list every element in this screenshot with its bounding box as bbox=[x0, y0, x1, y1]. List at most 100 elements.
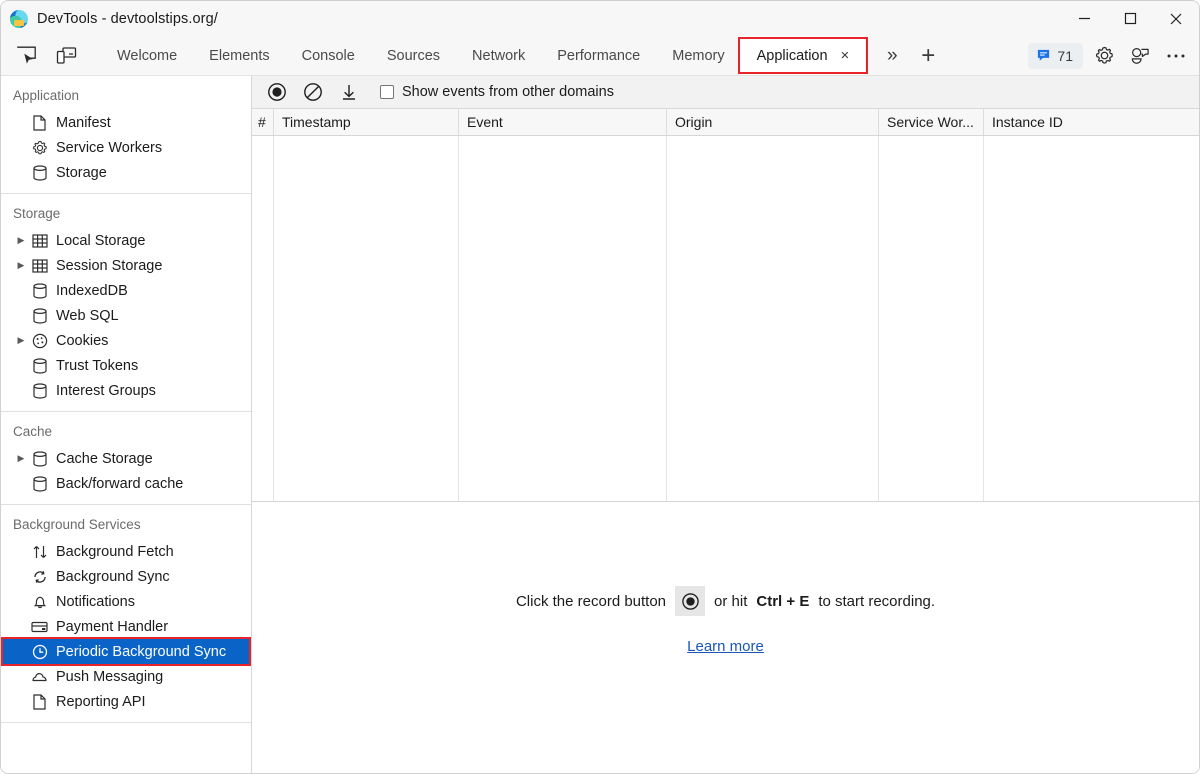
tab-label: Welcome bbox=[117, 47, 178, 64]
sidebar-item-indexeddb[interactable]: IndexedDB bbox=[1, 278, 251, 303]
record-icon[interactable] bbox=[264, 79, 290, 105]
sidebar-item-session-storage[interactable]: ▶ Session Storage bbox=[1, 253, 251, 278]
tab-label: Sources bbox=[386, 47, 441, 64]
document-icon bbox=[29, 114, 50, 131]
column-header-timestamp[interactable]: Timestamp bbox=[274, 109, 459, 135]
tab-strip: Welcome Elements Console Sources Network… bbox=[1, 36, 1199, 76]
table-col-service-worker bbox=[879, 136, 984, 501]
tab-elements[interactable]: Elements bbox=[193, 36, 285, 75]
sidebar-item-background-fetch[interactable]: Background Fetch bbox=[1, 539, 251, 564]
add-tab-icon[interactable]: + bbox=[911, 39, 945, 73]
group-title: Storage bbox=[13, 206, 61, 221]
sidebar-item-label: Trust Tokens bbox=[56, 357, 139, 374]
chevron-right-icon[interactable]: ▶ bbox=[13, 260, 29, 271]
gear-icon[interactable] bbox=[1089, 41, 1119, 71]
sidebar-item-label: Periodic Background Sync bbox=[56, 643, 227, 660]
sidebar-item-back-forward-cache[interactable]: Back/forward cache bbox=[1, 471, 251, 496]
events-table: # Timestamp Event Origin Service Wor... … bbox=[252, 109, 1199, 502]
chevron-right-icon[interactable]: ▶ bbox=[13, 235, 29, 246]
issues-counter[interactable]: 71 bbox=[1028, 42, 1083, 69]
maximize-icon[interactable] bbox=[1107, 1, 1153, 36]
sidebar-item-label: Web SQL bbox=[56, 307, 119, 324]
clear-ban-icon[interactable] bbox=[300, 79, 326, 105]
tab-label: Elements bbox=[209, 47, 270, 64]
sidebar-item-periodic-background-sync[interactable]: Periodic Background Sync bbox=[1, 637, 251, 666]
close-icon[interactable] bbox=[1153, 1, 1199, 36]
panel-toolbar: Show events from other domains bbox=[252, 76, 1199, 109]
tab-memory[interactable]: Memory bbox=[656, 36, 740, 75]
tab-sources[interactable]: Sources bbox=[371, 36, 456, 75]
sidebar-item-label: IndexedDB bbox=[56, 282, 128, 299]
tab-console[interactable]: Console bbox=[286, 36, 371, 75]
tab-label: Network bbox=[472, 47, 526, 64]
record-icon[interactable] bbox=[675, 586, 706, 616]
sidebar-item-push-messaging[interactable]: Push Messaging bbox=[1, 664, 251, 689]
sidebar-item-trust-tokens[interactable]: Trust Tokens bbox=[1, 353, 251, 378]
sidebar-item-reporting-api[interactable]: Reporting API bbox=[1, 689, 251, 714]
inspect-element-icon[interactable] bbox=[13, 43, 39, 69]
sidebar-item-label: Service Workers bbox=[56, 139, 163, 156]
more-tabs-icon[interactable]: » bbox=[875, 39, 909, 73]
tab-performance[interactable]: Performance bbox=[541, 36, 656, 75]
empty-state-message: Click the record button or hit Ctrl + E … bbox=[516, 586, 935, 616]
chevron-right-icon[interactable]: ▶ bbox=[13, 453, 29, 464]
database-icon bbox=[29, 282, 50, 299]
column-header-index[interactable]: # bbox=[252, 109, 274, 135]
empty-state: Click the record button or hit Ctrl + E … bbox=[252, 502, 1199, 773]
sidebar-group-application: Application Manifest Service Workers Sto… bbox=[1, 76, 251, 194]
learn-more-link[interactable]: Learn more bbox=[687, 638, 764, 655]
tab-label: Performance bbox=[557, 47, 641, 64]
table-col-event bbox=[459, 136, 667, 501]
database-icon bbox=[29, 164, 50, 181]
minimize-icon[interactable] bbox=[1061, 1, 1107, 36]
column-header-service-worker[interactable]: Service Wor... bbox=[879, 109, 984, 135]
customize-icon[interactable] bbox=[1125, 41, 1155, 71]
sidebar-item-web-sql[interactable]: Web SQL bbox=[1, 303, 251, 328]
sidebar-item-payment-handler[interactable]: Payment Handler bbox=[1, 614, 251, 639]
download-icon[interactable] bbox=[336, 79, 362, 105]
sidebar-item-background-sync[interactable]: Background Sync bbox=[1, 564, 251, 589]
sidebar-item-cache-storage[interactable]: ▶ Cache Storage bbox=[1, 446, 251, 471]
database-icon bbox=[29, 357, 50, 374]
arrows-updown-icon bbox=[29, 544, 50, 560]
tabstrip-right-tools: 71 bbox=[1028, 36, 1191, 75]
tab-label: Console bbox=[301, 47, 355, 64]
sidebar-group-storage: Storage ▶ Local Storage ▶ Session Storag… bbox=[1, 194, 251, 412]
sidebar-item-label: Background Sync bbox=[56, 568, 170, 585]
column-header-event[interactable]: Event bbox=[459, 109, 667, 135]
sidebar-item-label: Session Storage bbox=[56, 257, 163, 274]
show-other-domains-checkbox[interactable]: Show events from other domains bbox=[380, 84, 614, 100]
table-body-empty bbox=[252, 136, 1199, 502]
sidebar-item-label: Local Storage bbox=[56, 232, 146, 249]
more-options-icon[interactable] bbox=[1161, 41, 1191, 71]
clock-icon bbox=[29, 644, 50, 660]
device-toolbar-icon[interactable] bbox=[53, 43, 79, 69]
sidebar-group-cache: Cache ▶ Cache Storage Back/forward cache bbox=[1, 412, 251, 505]
sidebar-item-interest-groups[interactable]: Interest Groups bbox=[1, 378, 251, 403]
sidebar-item-label: Interest Groups bbox=[56, 382, 156, 399]
column-header-origin[interactable]: Origin bbox=[667, 109, 879, 135]
inspect-tools bbox=[1, 36, 79, 75]
sidebar-item-notifications[interactable]: Notifications bbox=[1, 589, 251, 614]
sidebar-item-service-workers[interactable]: Service Workers bbox=[1, 135, 251, 160]
close-tab-icon[interactable]: × bbox=[841, 48, 850, 63]
main-body: Application Manifest Service Workers Sto… bbox=[1, 76, 1199, 773]
chevron-right-icon[interactable]: ▶ bbox=[13, 335, 29, 346]
tab-welcome[interactable]: Welcome bbox=[101, 36, 193, 75]
sidebar-item-cookies[interactable]: ▶ Cookies bbox=[1, 328, 251, 353]
tab-application[interactable]: Application × bbox=[740, 36, 866, 75]
table-icon bbox=[29, 258, 50, 274]
gear-icon bbox=[29, 140, 50, 156]
group-title: Background Services bbox=[13, 517, 141, 532]
card-icon bbox=[29, 619, 50, 635]
tab-network[interactable]: Network bbox=[456, 36, 541, 75]
tab-extra-controls: » + bbox=[875, 36, 945, 75]
column-header-instance-id[interactable]: Instance ID bbox=[984, 109, 1199, 135]
sidebar-item-local-storage[interactable]: ▶ Local Storage bbox=[1, 228, 251, 253]
issues-count: 71 bbox=[1057, 47, 1073, 64]
sidebar-item-manifest[interactable]: Manifest bbox=[1, 110, 251, 135]
checkbox-box[interactable] bbox=[380, 85, 394, 99]
sidebar-item-storage[interactable]: Storage bbox=[1, 160, 251, 185]
table-col-timestamp bbox=[274, 136, 459, 501]
table-header-row: # Timestamp Event Origin Service Wor... … bbox=[252, 109, 1199, 136]
